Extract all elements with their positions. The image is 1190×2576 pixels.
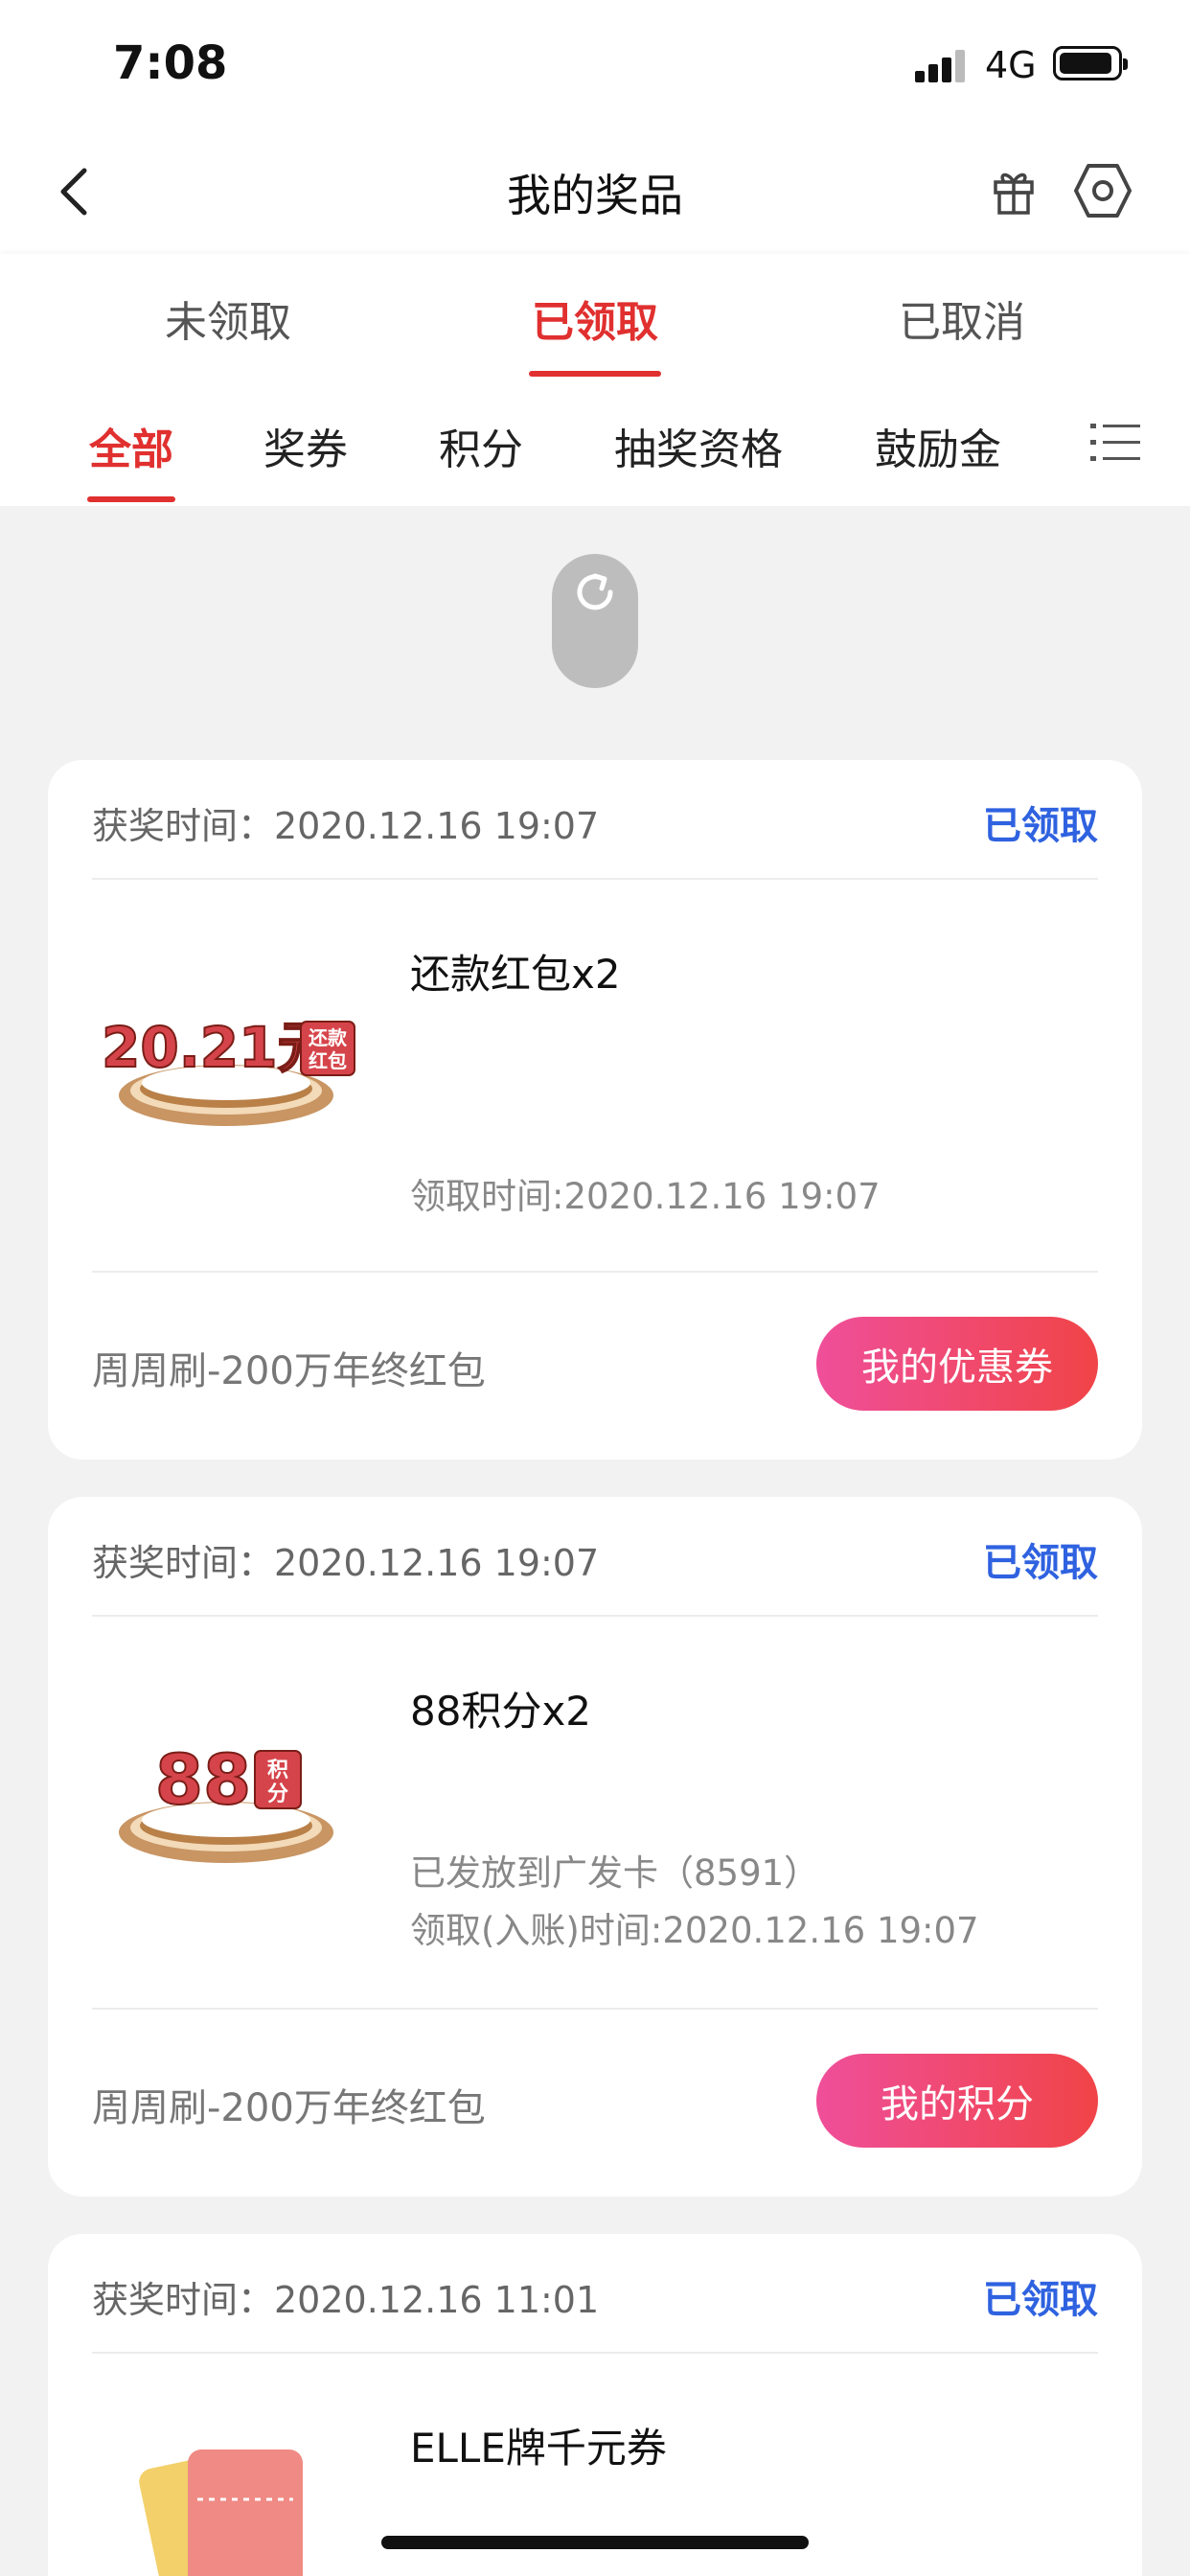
home-indicator [381,2536,809,2549]
settings-button[interactable] [1069,157,1136,224]
prize-card: 获奖时间：2020.12.16 19:07 已领取 88 积 分 88积分x2 … [48,1497,1142,2196]
my-points-button[interactable]: 我的积分 [816,2054,1098,2148]
subtab-points[interactable]: 积分 [439,415,523,476]
claim-time: 领取(入账)时间:2020.12.16 19:07 [410,1910,979,1951]
card-header: 获奖时间：2020.12.16 19:07 已领取 [92,760,1098,880]
subtab-vouchers[interactable]: 奖券 [263,415,348,476]
category-tabs: 全部 奖券 积分 抽奖资格 鼓励金 [0,383,1190,506]
prize-image: 20.21元 还款 红包 [92,918,360,1167]
award-time: 获奖时间：2020.12.16 19:07 [92,1542,600,1584]
my-coupons-button[interactable]: 我的优惠券 [816,1317,1098,1411]
prize-image [92,2392,360,2576]
gift-icon [994,172,1034,215]
nav-bar: 我的奖品 [0,134,1190,254]
prize-tag-top: 积 [267,1759,288,1782]
card-footer: 周周刷-200万年终红包 我的优惠券 [92,1271,1098,1459]
prize-card: 获奖时间：2020.12.16 19:07 已领取 20.21元 还款 红包 还… [48,760,1142,1460]
status-label: 已领取 [983,2278,1098,2322]
status-bar: 7:08 4G [0,0,1190,134]
network-label: 4G [985,44,1037,86]
tab-unclaimed[interactable]: 未领取 [113,288,343,349]
status-label: 已领取 [983,804,1098,848]
prize-image: 88 积 分 [92,1655,360,1904]
prize-tag-bottom: 红包 [309,1049,347,1072]
subtab-active-indicator [87,496,175,502]
signal-icon [915,50,969,82]
pull-refresh-indicator [552,554,638,688]
prize-amount-text: 20.21元 [102,1015,332,1080]
award-time: 获奖时间：2020.12.16 19:07 [92,805,600,847]
subtab-all[interactable]: 全部 [89,415,173,476]
subtab-lottery[interactable]: 抽奖资格 [614,415,783,476]
status-tabs: 未领取 已领取 已取消 [0,254,1190,383]
prize-name: ELLE牌千元券 [410,2425,667,2472]
prize-name: 88积分x2 [410,1688,592,1735]
prize-tag-bottom: 分 [267,1782,288,1806]
voucher-prize-image [139,2450,303,2576]
red-packet-prize-image: 20.21元 还款 红包 [101,1014,355,1126]
tab-claimed[interactable]: 已领取 [480,288,710,349]
prize-source: 周周刷-200万年终红包 [92,2086,486,2130]
status-label: 已领取 [983,1541,1098,1585]
subtab-bonus[interactable]: 鼓励金 [875,415,1001,476]
prize-amount-text: 88 [155,1739,251,1820]
points-prize-image: 88 积 分 [119,1738,333,1863]
gift-button[interactable] [987,161,1041,222]
claim-time: 领取时间:2020.12.16 19:07 [410,1176,881,1217]
card-footer: 周周刷-200万年终红包 我的积分 [92,2008,1098,2196]
card-header: 获奖时间：2020.12.16 11:01 已领取 [92,2234,1098,2354]
tab-active-indicator [529,371,661,377]
card-header: 获奖时间：2020.12.16 19:07 已领取 [92,1497,1098,1617]
battery-icon [1053,46,1128,80]
refresh-icon [577,573,613,610]
status-time: 7:08 [113,36,228,90]
credit-destination: 已发放到广发卡（8591） [410,1852,820,1894]
tab-cancelled[interactable]: 已取消 [847,288,1077,349]
prize-name: 还款红包x2 [410,951,621,998]
award-time: 获奖时间：2020.12.16 11:01 [92,2279,600,2321]
prize-card: 获奖时间：2020.12.16 11:01 已领取 ELLE牌千元券 [48,2234,1142,2576]
prize-source: 周周刷-200万年终红包 [92,1349,486,1393]
hexagon-settings-icon [1074,164,1132,218]
list-menu-icon[interactable] [1090,420,1140,466]
prize-tag-top: 还款 [308,1026,348,1049]
